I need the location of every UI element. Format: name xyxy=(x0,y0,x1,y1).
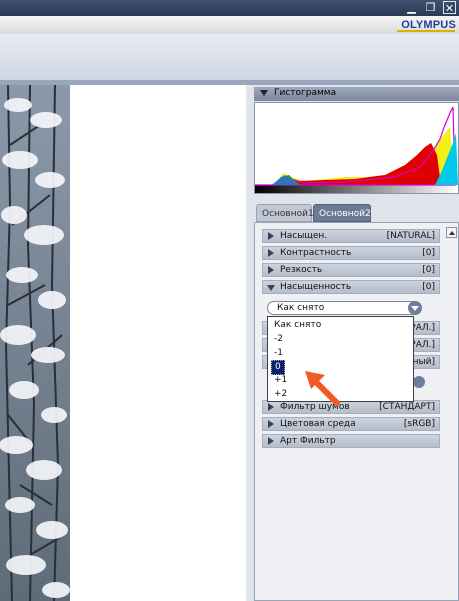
setting-row-noise-filter[interactable]: Фильтр шумов [СТАНДАРТ] xyxy=(262,400,440,414)
setting-row-sharpness[interactable]: Резкость [0] xyxy=(262,263,440,277)
setting-value: [0] xyxy=(422,282,435,292)
setting-value: [0] xyxy=(422,248,435,258)
option-plus2[interactable]: +2 xyxy=(271,388,290,401)
collapse-triangle-icon xyxy=(260,90,268,96)
option-as-shot[interactable]: Как снято xyxy=(271,319,324,332)
close-icon[interactable]: ✕ xyxy=(443,1,456,15)
setting-label: Насыщенность xyxy=(280,282,352,292)
setting-label: Арт Фильтр xyxy=(280,436,336,446)
histogram-title: Гистограмма xyxy=(274,88,337,98)
setting-row-color-space[interactable]: Цветовая среда [sRGB] xyxy=(262,417,440,431)
histogram-curves xyxy=(255,106,458,193)
setting-label: Насыщен. xyxy=(280,231,328,241)
expand-triangle-icon xyxy=(268,437,274,445)
setting-value: [NATURAL] xyxy=(386,231,435,241)
histogram-header[interactable]: Гистограмма xyxy=(254,87,459,101)
setting-label: Цветовая среда xyxy=(280,419,356,429)
setting-row-saturation[interactable]: Насыщенность [0] xyxy=(262,280,440,294)
settings-list: Насыщен. [NATURAL] Контрастность [0] Рез… xyxy=(254,222,459,601)
tab-bar: Основной1 Основной2 xyxy=(254,204,459,222)
collapse-triangle-icon xyxy=(267,285,275,291)
setting-row-contrast[interactable]: Контрастность [0] xyxy=(262,246,440,260)
preview-canvas xyxy=(70,85,246,601)
option-zero[interactable]: 0 xyxy=(271,360,285,375)
option-minus2[interactable]: -2 xyxy=(271,333,286,346)
select-value: Как снято xyxy=(277,303,325,313)
scroll-up-icon[interactable] xyxy=(446,227,457,238)
chevron-down-icon[interactable] xyxy=(408,301,422,315)
option-minus1[interactable]: -1 xyxy=(271,347,286,360)
histogram-graph xyxy=(254,102,459,194)
option-plus1[interactable]: +1 xyxy=(271,374,290,387)
expand-triangle-icon xyxy=(268,403,274,411)
hidden-combo-button-icon[interactable] xyxy=(413,376,425,388)
photo-preview[interactable] xyxy=(0,85,70,601)
expand-triangle-icon xyxy=(268,266,274,274)
title-bar: ▁ ❐ ✕ xyxy=(0,0,459,16)
setting-row-art-filter[interactable]: Арт Фильтр xyxy=(262,434,440,448)
tab-basic2[interactable]: Основной2 xyxy=(313,204,371,222)
brand-strip: OLYMPUS xyxy=(0,16,459,34)
expand-triangle-icon xyxy=(268,249,274,257)
minimize-icon[interactable]: ▁ xyxy=(405,1,418,14)
setting-label: Резкость xyxy=(280,265,323,275)
snowy-trees-image xyxy=(0,85,70,601)
expand-triangle-icon xyxy=(268,232,274,240)
setting-value: [0] xyxy=(422,265,435,275)
annotation-arrow-icon xyxy=(305,371,340,406)
saturation-select[interactable]: Как снято xyxy=(267,301,422,315)
setting-row-saturation-mode[interactable]: Насыщен. [NATURAL] xyxy=(262,229,440,243)
tab-basic1[interactable]: Основной1 xyxy=(256,204,314,222)
toolbar xyxy=(0,34,459,81)
setting-value: [sRGB] xyxy=(403,419,435,429)
setting-value: [СТАНДАРТ] xyxy=(379,402,435,412)
setting-label: Контрастность xyxy=(280,248,352,258)
restore-icon[interactable]: ❐ xyxy=(424,1,437,14)
logo-underline xyxy=(397,30,455,32)
expand-triangle-icon xyxy=(268,420,274,428)
